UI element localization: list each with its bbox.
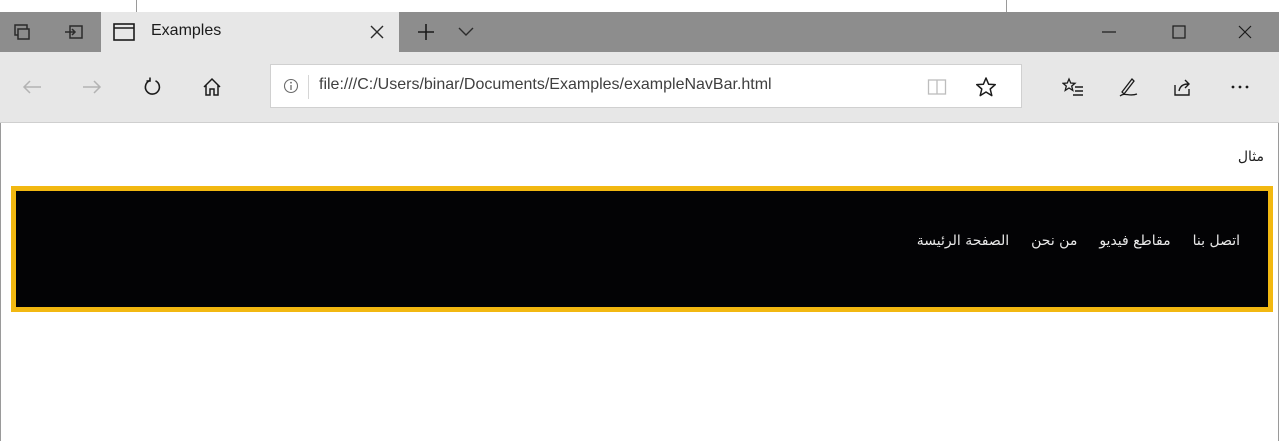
tabs-aside-button[interactable] — [2, 12, 42, 52]
forward-button[interactable] — [74, 69, 110, 105]
close-window-button[interactable] — [1214, 12, 1276, 52]
pen-icon — [1117, 76, 1139, 98]
tab-examples[interactable]: Examples — [101, 12, 399, 52]
page-content: مثال الصفحة الرئيسة من نحن مقاطع فيديو ا… — [1, 124, 1278, 441]
chevron-down-icon — [458, 27, 474, 37]
close-icon — [1238, 25, 1252, 39]
address-url[interactable]: file:///C:/Users/binar/Documents/Example… — [319, 76, 772, 94]
home-icon — [202, 77, 222, 97]
info-icon — [283, 78, 299, 94]
home-button[interactable] — [194, 69, 230, 105]
new-tab-button[interactable] — [406, 12, 446, 52]
favorites-hub-button[interactable] — [1055, 69, 1091, 105]
address-separator — [308, 75, 309, 99]
address-bar[interactable]: file:///C:/Users/binar/Documents/Example… — [270, 64, 1022, 108]
nav-link-about[interactable]: من نحن — [1031, 233, 1077, 249]
back-button[interactable] — [14, 69, 50, 105]
nav-link-videos[interactable]: مقاطع فيديو — [1099, 233, 1170, 249]
nav-link-contact[interactable]: اتصل بنا — [1193, 233, 1240, 249]
tab-title: Examples — [151, 22, 222, 39]
browser-toolbar: file:///C:/Users/binar/Documents/Example… — [0, 52, 1279, 123]
book-icon — [927, 78, 947, 96]
maximize-icon — [1172, 25, 1186, 39]
minimize-button[interactable] — [1078, 12, 1140, 52]
maximize-button[interactable] — [1148, 12, 1210, 52]
nav-link-home[interactable]: الصفحة الرئيسة — [917, 233, 1009, 249]
window-top-gap — [0, 0, 1279, 12]
favorite-button[interactable] — [975, 76, 997, 98]
plus-icon — [416, 22, 436, 42]
minimize-icon — [1102, 31, 1116, 33]
site-nav-bar: الصفحة الرئيسة من نحن مقاطع فيديو اتصل ب… — [11, 186, 1273, 312]
page-icon — [113, 23, 135, 41]
page-heading: مثال — [1237, 149, 1264, 165]
nav-list: الصفحة الرئيسة من نحن مقاطع فيديو اتصل ب… — [917, 233, 1240, 249]
close-icon — [370, 25, 384, 39]
arrow-left-icon — [22, 79, 42, 95]
tab-strip: Examples — [0, 12, 1279, 52]
refresh-button[interactable] — [134, 69, 170, 105]
favorites-list-icon — [1062, 77, 1084, 97]
refresh-icon — [142, 77, 162, 97]
share-icon — [1173, 77, 1193, 97]
more-icon — [1231, 85, 1249, 89]
tab-close-button[interactable] — [363, 18, 391, 46]
arrow-right-icon — [82, 79, 102, 95]
more-button[interactable] — [1222, 69, 1258, 105]
tabs-aside-icon — [13, 23, 31, 41]
share-button[interactable] — [1165, 69, 1201, 105]
tab-preview-button[interactable] — [446, 12, 486, 52]
reading-view-button[interactable] — [927, 78, 947, 96]
tabs-restore-button[interactable] — [54, 12, 94, 52]
notes-button[interactable] — [1110, 69, 1146, 105]
tabs-restore-icon — [64, 23, 84, 41]
star-icon — [975, 76, 997, 98]
